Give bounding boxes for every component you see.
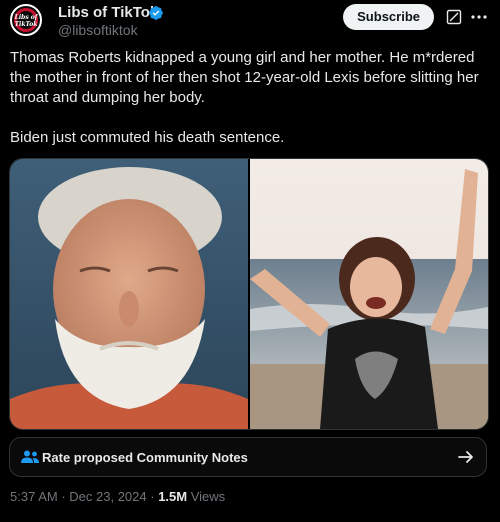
tweet-date[interactable]: Dec 23, 2024 [69, 489, 146, 504]
mugshot-photo[interactable] [10, 159, 248, 429]
subscribe-button[interactable]: Subscribe [343, 4, 434, 30]
avatar-logo-text: Libs of TikTok [14, 14, 38, 28]
community-notes-label[interactable]: Rate proposed Community Notes [42, 450, 248, 465]
community-notes-bar[interactable]: Rate proposed Community Notes [9, 437, 487, 477]
tweet-text: Thomas Roberts kidnapped a young girl an… [10, 49, 479, 146]
tweet-time[interactable]: 5:37 AM [10, 489, 58, 504]
views-count: 1.5M [158, 489, 188, 504]
avatar[interactable]: Libs of TikTok [10, 4, 42, 36]
verified-badge-icon [149, 6, 163, 20]
beach-girl-photo[interactable] [250, 159, 488, 429]
display-name[interactable]: Libs of TikTok [58, 4, 158, 21]
tweet-meta: 5:37 AM · Dec 23, 2024 · 1.5M Views [10, 489, 225, 504]
views-label: Views [190, 489, 226, 504]
people-icon [21, 450, 39, 463]
tweet-header: Libs of TikTok Libs of TikTok @libsoftik… [10, 4, 490, 40]
media-grid[interactable] [9, 158, 489, 430]
user-handle[interactable]: @libsoftiktok [58, 22, 138, 38]
grok-icon[interactable] [446, 9, 462, 25]
arrow-right-icon[interactable] [458, 450, 474, 464]
more-options-icon[interactable] [470, 9, 488, 25]
separator-dot: · [150, 489, 159, 504]
